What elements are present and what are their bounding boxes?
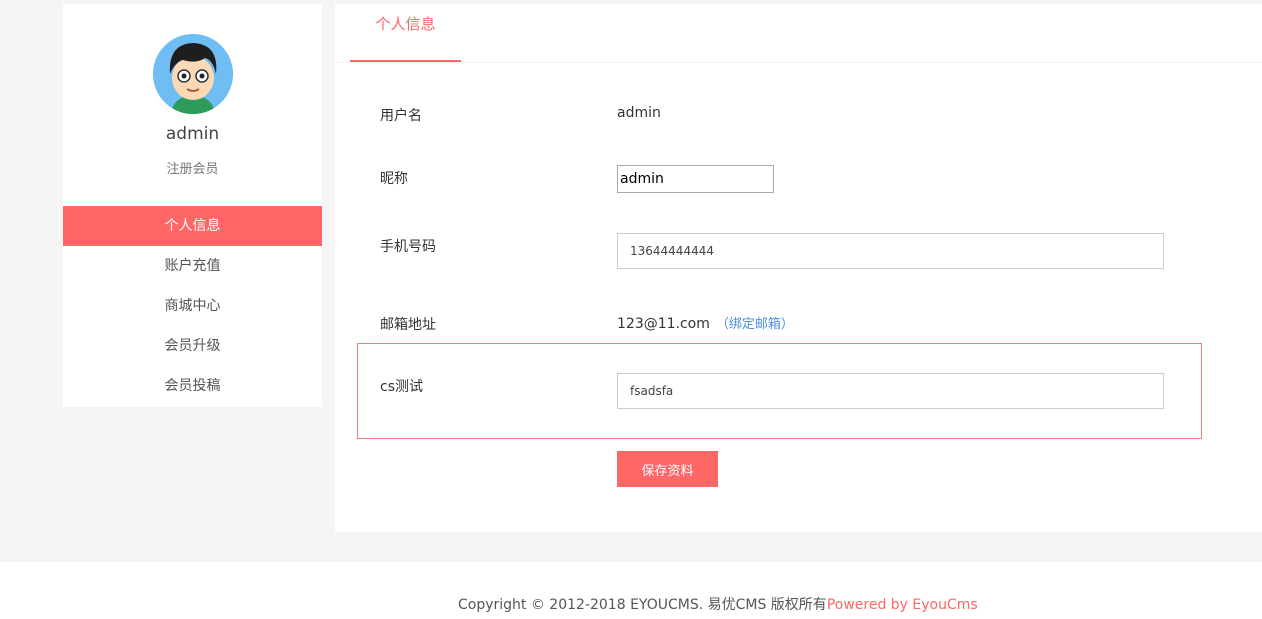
sidebar-item-submit[interactable]: 会员投稿 bbox=[63, 366, 322, 406]
sidebar-item-shop[interactable]: 商城中心 bbox=[63, 286, 322, 326]
email-value: 123@11.com bbox=[617, 316, 710, 332]
tab-bar: 个人信息 bbox=[335, 4, 1262, 63]
user-sidebar: admin 注册会员 个人信息 账户充值 商城中心 会员升级 会员投稿 bbox=[63, 4, 322, 407]
nickname-label: 昵称 bbox=[380, 171, 408, 187]
member-level: 注册会员 bbox=[166, 162, 219, 177]
sidebar-username: admin bbox=[165, 124, 220, 144]
copyright: Copyright © 2012-2018 EYOUCMS. 易优CMS 版权所… bbox=[458, 594, 978, 614]
powered-by-link[interactable]: Powered by EyouCms bbox=[827, 597, 978, 613]
avatar[interactable] bbox=[153, 34, 233, 114]
bind-email-link[interactable]: （绑定邮箱） bbox=[716, 317, 794, 332]
save-profile-button[interactable]: 保存资料 bbox=[617, 451, 718, 487]
email-label: 邮箱地址 bbox=[380, 317, 436, 333]
footer: Copyright © 2012-2018 EYOUCMS. 易优CMS 版权所… bbox=[0, 562, 1262, 619]
mobile-label: 手机号码 bbox=[380, 239, 436, 255]
profile-panel: 个人信息 用户名 admin 昵称 手机号码 邮箱地址 123@11.com （绑… bbox=[335, 4, 1262, 532]
username-value: admin bbox=[617, 105, 661, 121]
tab-profile[interactable]: 个人信息 bbox=[350, 4, 461, 62]
email-row: 123@11.com （绑定邮箱） bbox=[617, 313, 794, 332]
copyright-text: Copyright © 2012-2018 EYOUCMS. 易优CMS 版权所… bbox=[458, 597, 827, 613]
sidebar-menu: 个人信息 账户充值 商城中心 会员升级 会员投稿 bbox=[63, 206, 322, 406]
sidebar-item-recharge[interactable]: 账户充值 bbox=[63, 246, 322, 286]
cartoon-boy-icon bbox=[153, 34, 233, 114]
mobile-input[interactable] bbox=[617, 233, 1164, 269]
cs-test-label: cs测试 bbox=[380, 379, 423, 395]
sidebar-item-profile[interactable]: 个人信息 bbox=[63, 206, 322, 246]
tab-profile-label: 个人信息 bbox=[375, 15, 436, 33]
sidebar-item-upgrade[interactable]: 会员升级 bbox=[63, 326, 322, 366]
cs-test-input[interactable] bbox=[617, 373, 1164, 409]
username-label: 用户名 bbox=[380, 108, 422, 124]
nickname-input[interactable] bbox=[617, 165, 774, 193]
